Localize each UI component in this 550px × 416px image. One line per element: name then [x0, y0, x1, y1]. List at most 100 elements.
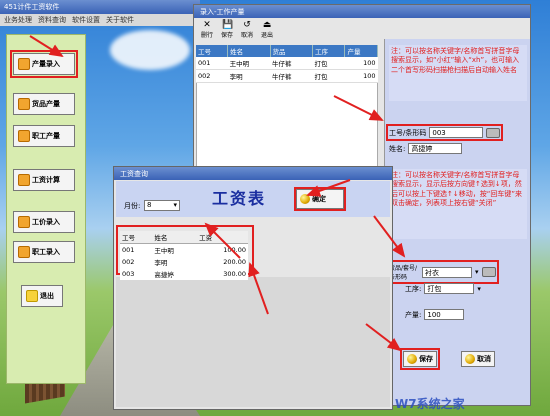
table-cell: 牛仔裤 — [270, 69, 313, 83]
quantity-input[interactable]: 100 — [424, 309, 465, 320]
employee-icon — [18, 130, 30, 142]
table-cell: 打包 — [312, 57, 345, 70]
exit-icon — [26, 290, 38, 302]
process-label: 工序: — [405, 284, 422, 293]
save-button[interactable]: 保存 — [400, 348, 440, 370]
barcode-scan-icon[interactable] — [481, 267, 496, 277]
delete-row-button[interactable]: ✕ 删行 — [198, 20, 216, 42]
product-label: 货品/套号/条形码 — [389, 265, 418, 281]
nav-product-output-button[interactable]: 货品产量 — [13, 93, 75, 115]
salary-header: 工资表 月份: 8 ▾ 确定 — [116, 181, 390, 217]
product-select[interactable]: 衬衣 — [422, 266, 472, 278]
table-cell: 002 — [196, 69, 228, 83]
menu-data-query[interactable]: 资料查询 — [38, 15, 66, 25]
table-cell: 002 — [122, 258, 135, 266]
table-row[interactable]: 003 高捷婷 300.00 — [120, 268, 248, 280]
entry-form-panel: 注：可以按名称关键字/名称首写拼音字母搜索显示，如“小红”输入“xh”，也可输入… — [384, 39, 530, 405]
save-icon: 💾 — [222, 20, 234, 30]
table-cell: 李明 — [227, 69, 271, 83]
column-header[interactable]: 工序 — [312, 45, 346, 57]
table-cell: 100 — [344, 69, 378, 83]
name-field-row: 姓名: 高捷婷 — [389, 143, 463, 154]
table-cell: 牛仔裤 — [270, 57, 313, 70]
nav-label: 货品产量 — [32, 100, 60, 108]
main-window-title: 451计件工资软件 — [0, 0, 200, 14]
exit-toolbar-button[interactable]: ⏏ 退出 — [258, 20, 276, 42]
salary-table: 工号 姓名 工资 001 王中明 100.00 002 李明 200.00 00… — [120, 231, 248, 280]
process-field-row: 工序: 打包 ▾ — [405, 283, 481, 294]
confirm-icon — [300, 194, 310, 204]
cancel-button[interactable]: 取消 — [461, 351, 495, 367]
rate-icon — [18, 216, 30, 228]
table-cell: 打包 — [312, 69, 345, 83]
nav-label: 职工产量 — [32, 132, 60, 140]
nav-label: 退出 — [40, 292, 54, 300]
column-header[interactable]: 工资 — [197, 231, 248, 244]
month-label: 月份: — [124, 202, 141, 210]
barcode-scan-icon[interactable] — [486, 127, 501, 138]
table-cell: 100 — [344, 57, 378, 70]
entry-window-title: 录入-工作产量 — [194, 5, 530, 18]
name-input[interactable]: 高捷婷 — [408, 143, 463, 154]
column-header[interactable]: 姓名 — [227, 45, 271, 57]
salary-empty-area — [116, 277, 390, 407]
salary-window: 工资查询 工资表 月份: 8 ▾ 确定 工号 姓名 工资 001 王中明 100… — [113, 166, 393, 410]
toolbar-label: 删行 — [200, 32, 213, 39]
table-cell: 001 — [196, 57, 228, 70]
nav-label: 产量录入 — [32, 60, 60, 68]
column-header[interactable]: 工号 — [196, 45, 229, 57]
main-menubar: 业务处理 资料查询 软件设置 关于软件 — [0, 14, 200, 26]
table-row[interactable]: 001 王中明 100.00 — [120, 244, 248, 257]
entry-icon — [18, 58, 30, 70]
confirm-button[interactable]: 确定 — [294, 187, 346, 211]
chevron-down-icon[interactable]: ▾ — [475, 268, 479, 276]
nav-salary-calc-button[interactable]: 工资计算 — [13, 169, 75, 191]
column-header[interactable]: 姓名 — [152, 231, 198, 244]
user-icon — [18, 246, 30, 258]
salary-heading: 工资表 — [212, 189, 267, 208]
table-cell: 001 — [122, 246, 135, 254]
nav-rate-entry-button[interactable]: 工价录入 — [13, 211, 75, 233]
left-nav-panel: 产量录入 货品产量 职工产量 工资计算 工价录入 职工录入 退出 — [6, 34, 86, 384]
table-cell: 200.00 — [223, 258, 246, 266]
nav-employee-output-button[interactable]: 职工产量 — [13, 125, 75, 147]
nav-employee-entry-button[interactable]: 职工录入 — [13, 241, 75, 263]
nav-label: 职工录入 — [32, 248, 60, 256]
cancel-label: 取消 — [477, 355, 491, 363]
table-cell: 李明 — [154, 259, 168, 267]
calculator-icon — [18, 174, 30, 186]
nav-label: 工资计算 — [32, 176, 60, 184]
nav-label: 工价录入 — [32, 218, 60, 226]
table-cell: 100.00 — [223, 246, 246, 254]
month-select[interactable]: 8 ▾ — [144, 200, 180, 211]
product-icon — [18, 98, 30, 110]
column-header[interactable]: 产量 — [344, 45, 378, 57]
toolbar-label: 保存 — [220, 32, 233, 39]
nav-output-entry-button[interactable]: 产量录入 — [10, 50, 78, 78]
save-toolbar-button[interactable]: 💾 保存 — [218, 20, 236, 42]
delete-row-icon: ✕ — [203, 20, 211, 30]
table-row[interactable]: 001 王中明 牛仔裤 打包 100 — [196, 57, 378, 70]
exit-icon: ⏏ — [262, 20, 272, 30]
cancel-icon — [465, 354, 475, 364]
column-header[interactable]: 货品 — [270, 45, 313, 57]
cancel-toolbar-button[interactable]: ↺ 取消 — [238, 20, 256, 42]
save-label: 保存 — [419, 355, 433, 363]
menu-business[interactable]: 业务处理 — [4, 15, 32, 25]
table-cell: 王中明 — [227, 57, 271, 70]
table-row[interactable]: 002 李明 牛仔裤 打包 100 — [196, 69, 378, 83]
name-label: 姓名: — [389, 144, 406, 153]
employee-code-input[interactable]: 003 — [429, 127, 484, 138]
table-cell: 003 — [122, 270, 135, 278]
toolbar-label: 取消 — [240, 32, 253, 39]
process-select[interactable]: 打包 — [424, 283, 475, 294]
chevron-down-icon[interactable]: ▾ — [477, 285, 481, 293]
confirm-label: 确定 — [312, 195, 326, 203]
column-header[interactable]: 工号 — [120, 231, 153, 244]
nav-exit-button[interactable]: 退出 — [21, 285, 63, 307]
menu-about[interactable]: 关于软件 — [106, 15, 134, 25]
salary-window-title: 工资查询 — [114, 167, 392, 180]
chevron-down-icon: ▾ — [173, 201, 177, 209]
table-row[interactable]: 002 李明 200.00 — [120, 256, 248, 268]
menu-settings[interactable]: 软件设置 — [72, 15, 100, 25]
